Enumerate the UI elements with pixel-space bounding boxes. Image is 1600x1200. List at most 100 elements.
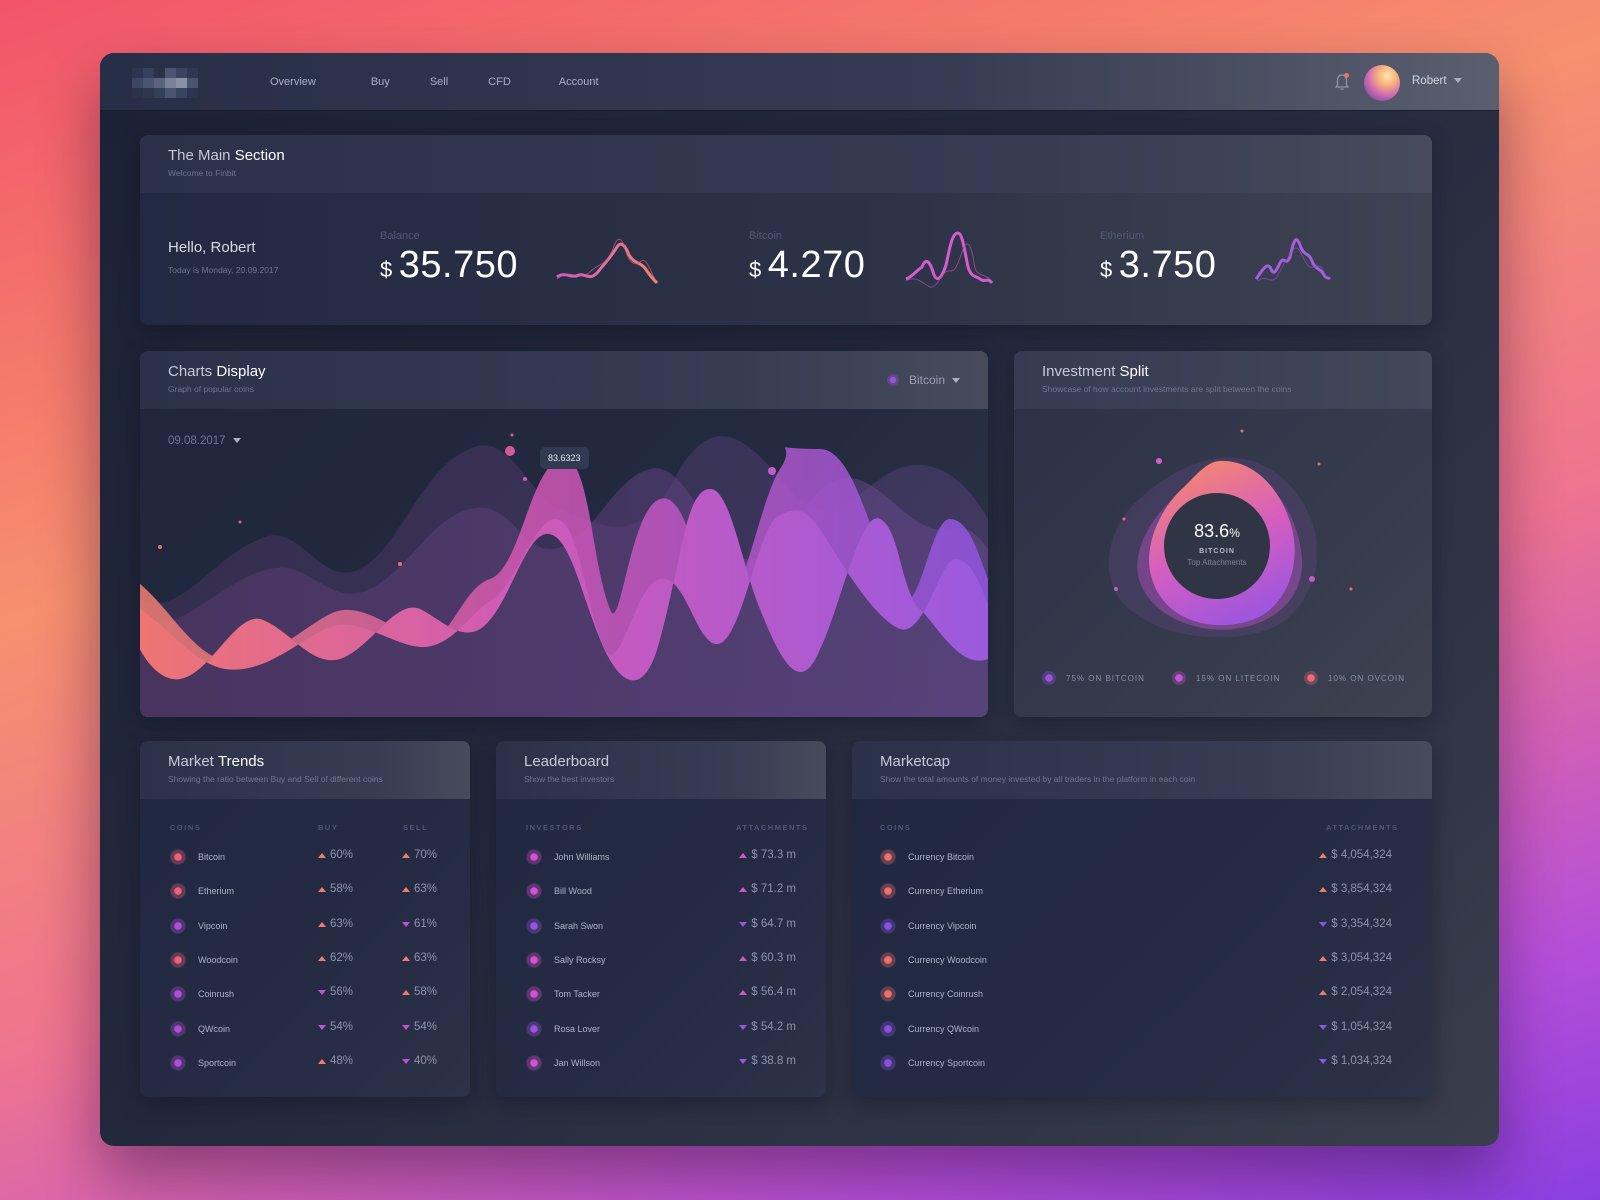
row-value: 60% [318,849,353,861]
trend-up-icon [318,955,326,961]
table-row[interactable]: Currency QWcoin [880,1019,979,1039]
table-row[interactable]: Currency Coinrush [880,984,983,1004]
card-header: Investment Split Showcase of how account… [1014,351,1432,409]
value-text: $ 38.8 m [751,1055,796,1067]
date-dropdown[interactable]: 09.08.2017 [168,435,241,447]
legend-label: 10% ON OVCOIN [1328,673,1406,683]
bell-icon[interactable] [1334,73,1350,91]
value-text: 54% [330,1021,354,1033]
coin-dot-icon [170,986,186,1002]
nav-account[interactable]: Account [559,76,599,88]
value-text: $ 3,354,324 [1331,918,1392,930]
coin-dot-icon [880,1055,896,1071]
table-row[interactable]: Coinrush [170,984,234,1004]
table-row[interactable]: Currency Woodcoin [880,950,987,970]
row-name: Bill Wood [554,886,592,896]
table-row[interactable]: Etherium [170,881,234,901]
coin-dot-icon [526,952,542,968]
coin-dot-icon [526,986,542,1002]
row-name: Currency Woodcoin [908,955,987,965]
card-header: Market Trends Showing the ratio between … [140,741,470,799]
chevron-down-icon [1453,78,1462,84]
value-text: 48% [330,1055,354,1067]
coin-dropdown[interactable]: Bitcoin [886,373,960,387]
table-row[interactable]: Sarah Swon [526,916,603,936]
greeting: Hello, Robert [168,239,256,256]
row-value: $ 1,054,324 [1319,1021,1392,1033]
coin-dot-icon [880,1021,896,1037]
row-name: Tom Tacker [554,989,600,999]
particle-dot [1349,587,1353,591]
card-header: The Main Section Welcome to Finbit [140,135,1432,193]
table-row[interactable]: Sally Rocksy [526,950,606,970]
chevron-down-icon [952,377,960,383]
username-label: Robert [1412,75,1447,87]
column-header-buy: BUY [318,823,339,832]
value-text: 54% [414,1021,438,1033]
chart-tooltip: 83.6323 [540,447,589,469]
coin-dot-icon [170,849,186,865]
table-row[interactable]: Jan Willson [526,1053,600,1073]
row-name: Bitcoin [198,852,226,862]
market-trends-card: Market Trends Showing the ratio between … [140,741,470,1097]
card-title: Investment Split [1042,363,1149,380]
row-value: 62% [318,952,353,964]
avatar[interactable] [1364,65,1400,101]
trend-down-icon [318,989,326,995]
coin-dot-icon [170,952,186,968]
peak-marker [505,446,515,456]
value-text: 60% [330,849,354,861]
row-value: $ 3,854,324 [1319,883,1392,895]
card-header: Marketcap Show the total amounts of mone… [852,741,1432,799]
value-text: $ 54.2 m [751,1021,796,1033]
table-row[interactable]: Rosa Lover [526,1019,600,1039]
nav-cfd[interactable]: CFD [488,76,511,88]
value-text: $ 71.2 m [751,883,796,895]
value-text: 63% [330,918,354,930]
trend-up-icon [739,852,748,858]
table-row[interactable]: QWcoin [170,1019,230,1039]
nav-sell[interactable]: Sell [430,76,448,88]
table-row[interactable]: Currency Bitcoin [880,847,974,867]
particle-dot [510,433,514,437]
trend-down-icon [739,1024,748,1030]
stat-etherium: Etherium $3.750 [1100,230,1216,287]
coin-dot-icon [880,849,896,865]
table-row[interactable]: Sportcoin [170,1053,236,1073]
table-row[interactable]: Tom Tacker [526,984,600,1004]
table-row[interactable]: Bill Wood [526,881,592,901]
table-row[interactable]: Currency Vipcoin [880,916,976,936]
value-text: 40% [414,1055,438,1067]
user-menu[interactable]: Robert [1412,75,1462,87]
table-row[interactable]: John Williams [526,847,610,867]
value-text: 56% [330,986,354,998]
center-percentage: 83.6% [1194,521,1240,541]
value-text: 70% [414,849,438,861]
particle-dot [1309,576,1315,582]
table-row[interactable]: Vipcoin [170,916,227,936]
value-text: 61% [414,918,438,930]
nav-buy[interactable]: Buy [371,76,390,88]
table-row[interactable]: Currency Sportcoin [880,1053,985,1073]
row-name: Sally Rocksy [554,955,606,965]
table-row[interactable]: Currency Etherium [880,881,983,901]
row-value: 61% [402,918,437,930]
row-value: 54% [402,1021,437,1033]
logo[interactable] [132,68,198,98]
value-text: $ 73.3 m [751,849,796,861]
row-value: 58% [402,986,437,998]
row-value: $ 3,054,324 [1319,952,1392,964]
coin-dot-icon [170,918,186,934]
trend-up-icon [1319,852,1328,858]
coin-dot-icon [880,883,896,899]
coin-dot-icon [526,1021,542,1037]
main-nav: Overview Buy Sell CFD Account [270,53,599,111]
legend-label: 75% ON BITCOIN [1066,673,1145,683]
nav-overview[interactable]: Overview [270,76,316,88]
row-value: 70% [402,849,437,861]
row-value: $ 1,034,324 [1319,1055,1392,1067]
center-stat: 83.6% BITCOIN Top Attachments [1164,493,1270,599]
table-row[interactable]: Woodcoin [170,950,238,970]
table-row[interactable]: Bitcoin [170,847,225,867]
row-name: Vipcoin [198,921,228,931]
